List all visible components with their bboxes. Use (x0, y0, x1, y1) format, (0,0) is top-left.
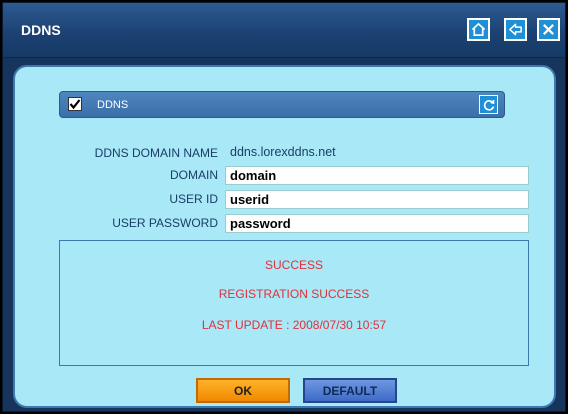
status-last-update: LAST UPDATE : 2008/07/30 10:57 (201, 318, 387, 332)
title-bar: DDNS (3, 3, 565, 58)
status-result: SUCCESS (264, 258, 323, 272)
user-id-label: USER ID (169, 192, 218, 206)
home-icon (471, 22, 486, 36)
checkmark-icon (69, 99, 81, 110)
section-label: DDNS (97, 99, 129, 111)
domain-field[interactable]: domain (225, 166, 529, 185)
home-button[interactable] (467, 18, 490, 41)
ddns-window: DDNS DDNS DDNS DOMAIN NAME ddns.lorexddn… (2, 2, 566, 412)
user-password-field[interactable]: password (225, 214, 529, 233)
status-box: SUCCESS REGISTRATION SUCCESS LAST UPDATE… (59, 240, 529, 366)
default-button[interactable]: DEFAULT (303, 378, 397, 403)
ddns-section-header: DDNS (59, 91, 505, 118)
user-password-label: USER PASSWORD (112, 216, 218, 230)
ddns-enable-checkbox[interactable] (68, 97, 82, 111)
ddns-domain-name-label: DDNS DOMAIN NAME (94, 146, 218, 160)
user-id-field[interactable]: userid (225, 190, 529, 209)
refresh-button[interactable] (479, 95, 498, 114)
ok-button[interactable]: OK (196, 378, 290, 403)
domain-label: DOMAIN (170, 168, 218, 182)
status-registration: REGISTRATION SUCCESS (218, 287, 370, 301)
settings-panel: DDNS DDNS DOMAIN NAME ddns.lorexddns.net… (13, 65, 556, 408)
ddns-domain-name-value: ddns.lorexddns.net (230, 145, 336, 159)
refresh-icon (483, 99, 494, 111)
window-title: DDNS (21, 22, 61, 38)
close-button[interactable] (537, 18, 560, 41)
back-button[interactable] (504, 18, 527, 41)
back-arrow-icon (509, 23, 522, 36)
close-icon (543, 24, 554, 35)
